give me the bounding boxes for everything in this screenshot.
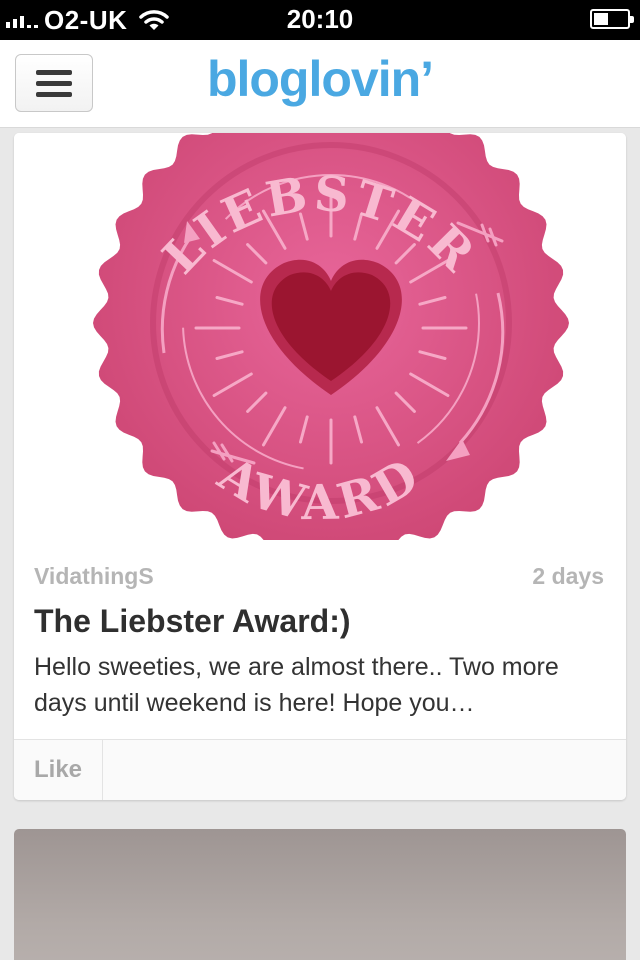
nav-bar: bloglovin’: [0, 40, 640, 128]
status-bar: O2-UK 20:10: [0, 0, 640, 40]
like-button[interactable]: Like: [14, 740, 103, 800]
post-image[interactable]: LIEBSTER AWARD: [14, 133, 626, 540]
battery-icon: [590, 9, 634, 29]
post-card[interactable]: LIEBSTER AWARD VidathingS 2 days The Lie…: [14, 133, 626, 800]
next-post-card[interactable]: [14, 829, 626, 960]
status-time: 20:10: [286, 4, 354, 34]
battery-level: [594, 13, 608, 25]
post-excerpt[interactable]: Hello sweeties, we are almost there.. Tw…: [34, 649, 606, 721]
liebster-award-badge: LIEBSTER AWARD: [93, 133, 569, 540]
post-title[interactable]: The Liebster Award:): [34, 603, 606, 640]
post-author[interactable]: VidathingS: [34, 563, 154, 590]
post-age: 2 days: [532, 563, 604, 589]
post-actions: Like: [14, 739, 626, 800]
bloglovin-logo: bloglovin’: [206, 51, 434, 107]
post-meta: VidathingS 2 days: [34, 563, 604, 593]
